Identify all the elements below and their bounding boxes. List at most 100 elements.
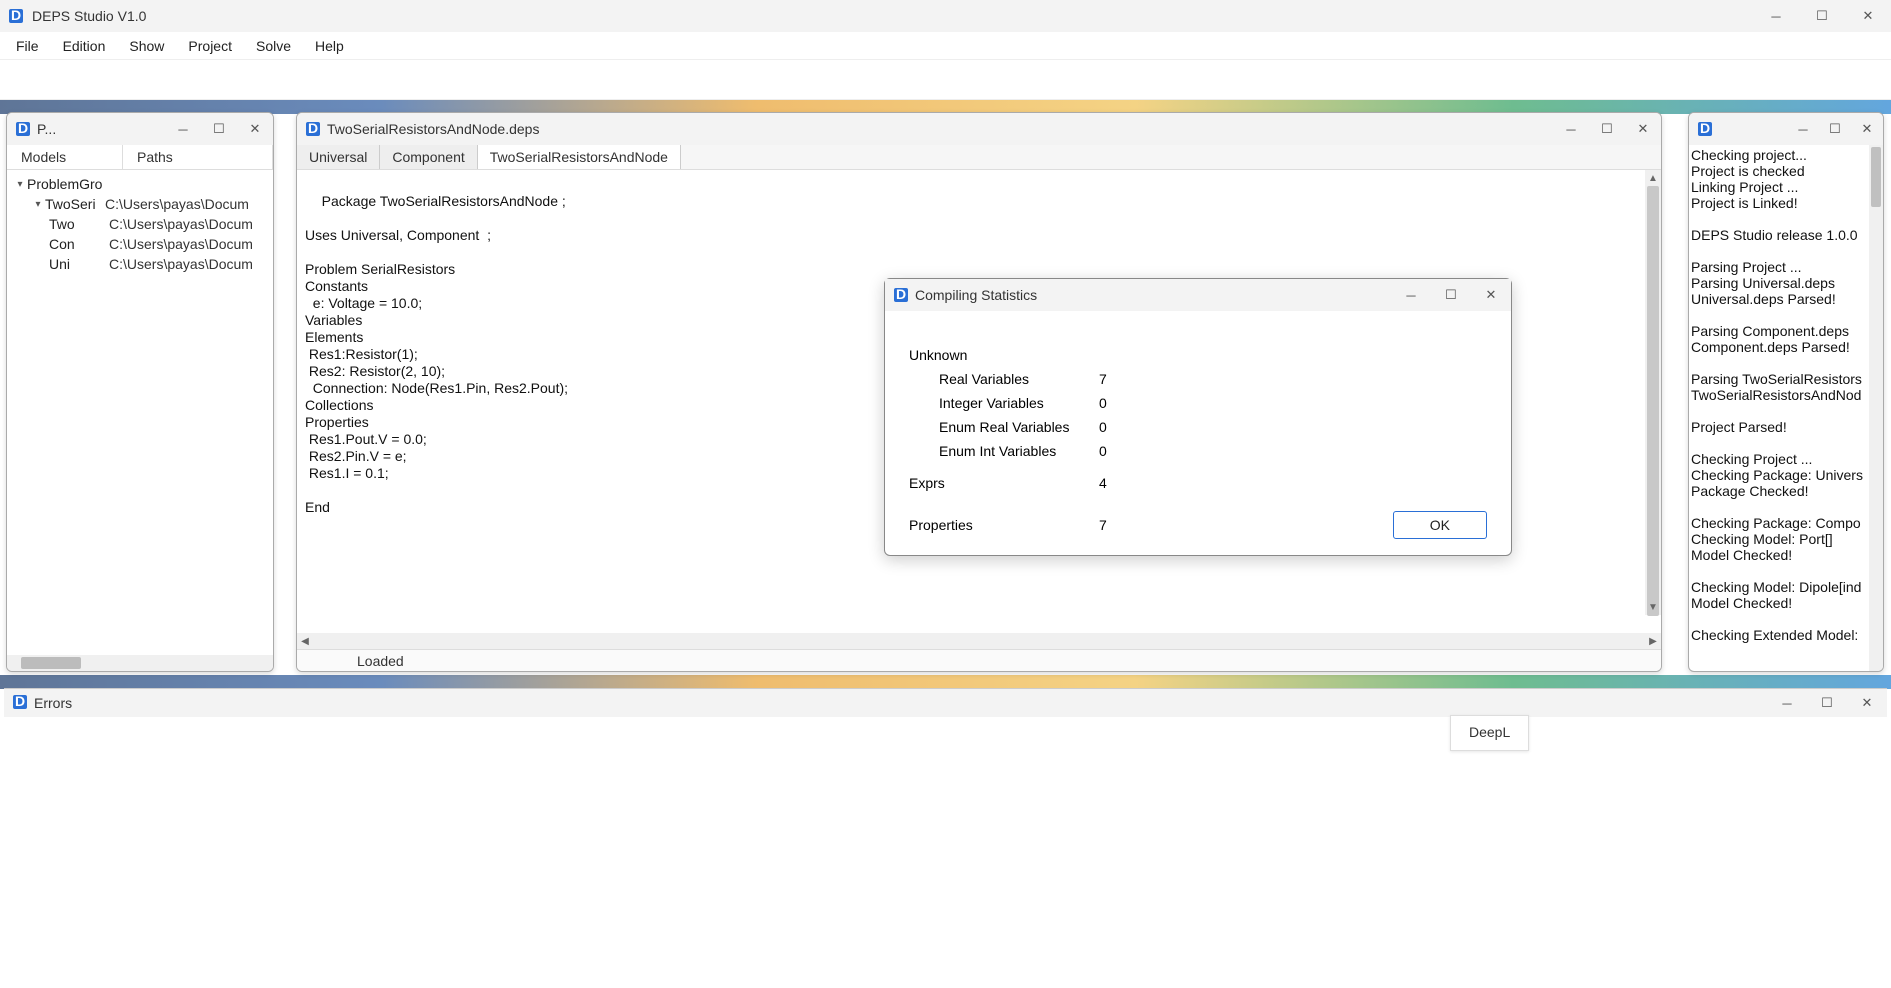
maximize-button[interactable]: ☐ <box>1799 0 1845 32</box>
menu-solve[interactable]: Solve <box>244 34 303 58</box>
log-line: Checking Project ... <box>1691 451 1881 467</box>
log-line: Model Checked! <box>1691 547 1881 563</box>
editor-statusbar: Loaded <box>297 649 1661 671</box>
tree-root[interactable]: ProblemGro <box>27 176 102 192</box>
scrollbar-thumb[interactable] <box>21 657 81 669</box>
horizontal-scrollbar[interactable]: ◀ ▶ <box>297 633 1661 649</box>
stat-label: Real Variables <box>909 371 1099 387</box>
scroll-left-icon[interactable]: ◀ <box>297 633 313 649</box>
exprs-value: 4 <box>1099 475 1139 491</box>
scrollbar-thumb[interactable] <box>1871 147 1881 207</box>
tree-item-label[interactable]: Con <box>49 236 109 252</box>
stat-label: Enum Int Variables <box>909 443 1099 459</box>
project-tree[interactable]: ▾ ProblemGro ▾TwoSeriC:\Users\payas\Docu… <box>7 170 273 278</box>
log-line: Parsing TwoSerialResistors <box>1691 371 1881 387</box>
project-panel-window: D P... ─ ☐ ✕ Models Paths ▾ ProblemGro ▾… <box>6 112 274 672</box>
editor-tab[interactable]: Component <box>380 145 477 169</box>
properties-value: 7 <box>1099 517 1139 533</box>
dialog-titlebar[interactable]: D Compiling Statistics ─ ☐ ✕ <box>885 279 1511 311</box>
log-titlebar[interactable]: D ─ ☐ ✕ <box>1689 113 1883 145</box>
project-panel-titlebar[interactable]: D P... ─ ☐ ✕ <box>7 113 273 145</box>
menu-edition[interactable]: Edition <box>51 34 118 58</box>
app-icon: D <box>1697 121 1713 137</box>
log-output[interactable]: Checking project...Project is checkedLin… <box>1689 145 1883 671</box>
log-line <box>1691 243 1881 259</box>
editor-tab[interactable]: Universal <box>297 145 380 169</box>
scroll-right-icon[interactable]: ▶ <box>1645 633 1661 649</box>
close-button[interactable]: ✕ <box>1471 281 1511 309</box>
log-line: DEPS Studio release 1.0.0 <box>1691 227 1881 243</box>
dialog-body: Unknown Real Variables7Integer Variables… <box>885 311 1511 555</box>
maximize-button[interactable]: ☐ <box>1819 115 1851 143</box>
svg-text:D: D <box>308 121 318 136</box>
horizontal-scrollbar[interactable] <box>7 655 273 671</box>
minimize-button[interactable]: ─ <box>165 115 201 143</box>
tree-item-path: C:\Users\payas\Docum <box>109 216 253 232</box>
errors-titlebar[interactable]: D Errors ─ ☐ ✕ <box>4 689 1887 717</box>
tab-paths[interactable]: Paths <box>123 145 273 169</box>
minimize-button[interactable]: ─ <box>1391 281 1431 309</box>
menu-show[interactable]: Show <box>117 34 176 58</box>
tree-item-label[interactable]: Two <box>49 216 109 232</box>
editor-titlebar[interactable]: D TwoSerialResistorsAndNode.deps ─ ☐ ✕ <box>297 113 1661 145</box>
log-line: Parsing Universal.deps <box>1691 275 1881 291</box>
maximize-button[interactable]: ☐ <box>201 115 237 143</box>
unknown-label: Unknown <box>909 347 1099 363</box>
log-line: Universal.deps Parsed! <box>1691 291 1881 307</box>
chevron-down-icon[interactable]: ▾ <box>31 199 45 210</box>
app-icon: D <box>893 287 909 303</box>
close-button[interactable]: ✕ <box>1625 115 1661 143</box>
app-icon: D <box>8 8 24 24</box>
log-line: Checking project... <box>1691 147 1881 163</box>
properties-label: Properties <box>909 517 1099 533</box>
vertical-scrollbar[interactable]: ▲ ▼ <box>1645 170 1661 615</box>
app-icon: D <box>15 121 31 137</box>
chevron-down-icon[interactable]: ▾ <box>13 179 27 190</box>
app-icon: D <box>12 694 28 713</box>
log-line <box>1691 563 1881 579</box>
close-button[interactable]: ✕ <box>237 115 273 143</box>
stat-label: Enum Real Variables <box>909 419 1099 435</box>
stat-value: 0 <box>1099 443 1139 459</box>
close-button[interactable]: ✕ <box>1847 690 1887 716</box>
maximize-button[interactable]: ☐ <box>1807 690 1847 716</box>
maximize-button[interactable]: ☐ <box>1589 115 1625 143</box>
close-button[interactable]: ✕ <box>1845 0 1891 32</box>
menu-help[interactable]: Help <box>303 34 356 58</box>
stat-value: 7 <box>1099 371 1139 387</box>
log-line: Checking Extended Model: <box>1691 627 1881 643</box>
editor-tab[interactable]: TwoSerialResistorsAndNode <box>478 145 681 169</box>
scrollbar-thumb[interactable] <box>1647 186 1659 616</box>
menu-project[interactable]: Project <box>176 34 244 58</box>
log-line <box>1691 307 1881 323</box>
tab-models[interactable]: Models <box>7 145 123 169</box>
menu-file[interactable]: File <box>4 34 51 58</box>
minimize-button[interactable]: ─ <box>1767 690 1807 716</box>
svg-text:D: D <box>11 8 21 23</box>
log-line: Checking Model: Dipole[ind <box>1691 579 1881 595</box>
vertical-scrollbar[interactable] <box>1869 145 1883 671</box>
tree-item-path: C:\Users\payas\Docum <box>109 256 253 272</box>
close-button[interactable]: ✕ <box>1851 115 1883 143</box>
compiling-statistics-dialog: D Compiling Statistics ─ ☐ ✕ Unknown Rea… <box>884 278 1512 556</box>
status-text: Loaded <box>357 653 404 669</box>
minimize-button[interactable]: ─ <box>1787 115 1819 143</box>
log-line: Parsing Project ... <box>1691 259 1881 275</box>
log-panel-window: D ─ ☐ ✕ Checking project...Project is ch… <box>1688 112 1884 672</box>
log-line: Project Parsed! <box>1691 419 1881 435</box>
tree-item-label[interactable]: TwoSeri <box>45 196 105 212</box>
menubar: File Edition Show Project Solve Help <box>0 32 1891 60</box>
log-line: Checking Model: Port[] <box>1691 531 1881 547</box>
exprs-label: Exprs <box>909 475 1099 491</box>
minimize-button[interactable]: ─ <box>1553 115 1589 143</box>
log-line: Linking Project ... <box>1691 179 1881 195</box>
deepl-overlay[interactable]: DeepL <box>1450 715 1529 751</box>
ok-button[interactable]: OK <box>1393 511 1487 539</box>
scroll-down-icon[interactable]: ▼ <box>1645 599 1661 615</box>
minimize-button[interactable]: ─ <box>1753 0 1799 32</box>
scroll-up-icon[interactable]: ▲ <box>1645 170 1661 186</box>
log-line: Checking Package: Compo <box>1691 515 1881 531</box>
dialog-title: Compiling Statistics <box>915 287 1391 303</box>
tree-item-label[interactable]: Uni <box>49 256 109 272</box>
maximize-button[interactable]: ☐ <box>1431 281 1471 309</box>
